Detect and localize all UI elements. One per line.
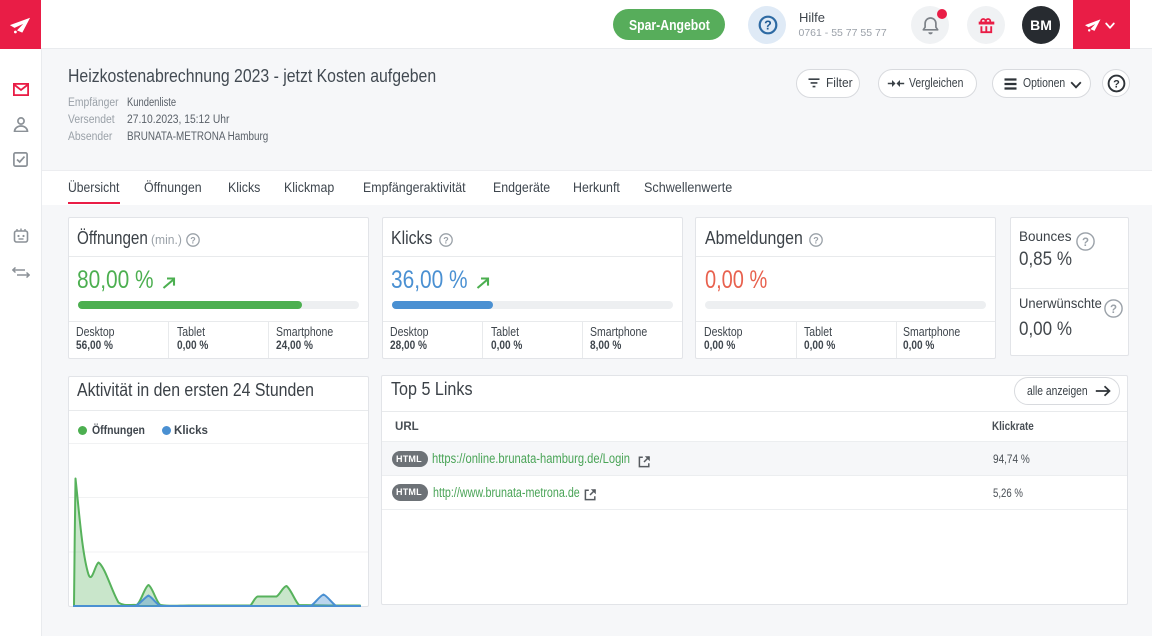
- svg-text:?: ?: [1110, 304, 1117, 316]
- svg-text:?: ?: [764, 18, 772, 32]
- svg-text:?: ?: [1113, 78, 1120, 90]
- svg-text:?: ?: [1082, 236, 1089, 248]
- svg-text:?: ?: [443, 235, 449, 245]
- svg-text:?: ?: [190, 235, 196, 245]
- svg-text:?: ?: [813, 235, 819, 245]
